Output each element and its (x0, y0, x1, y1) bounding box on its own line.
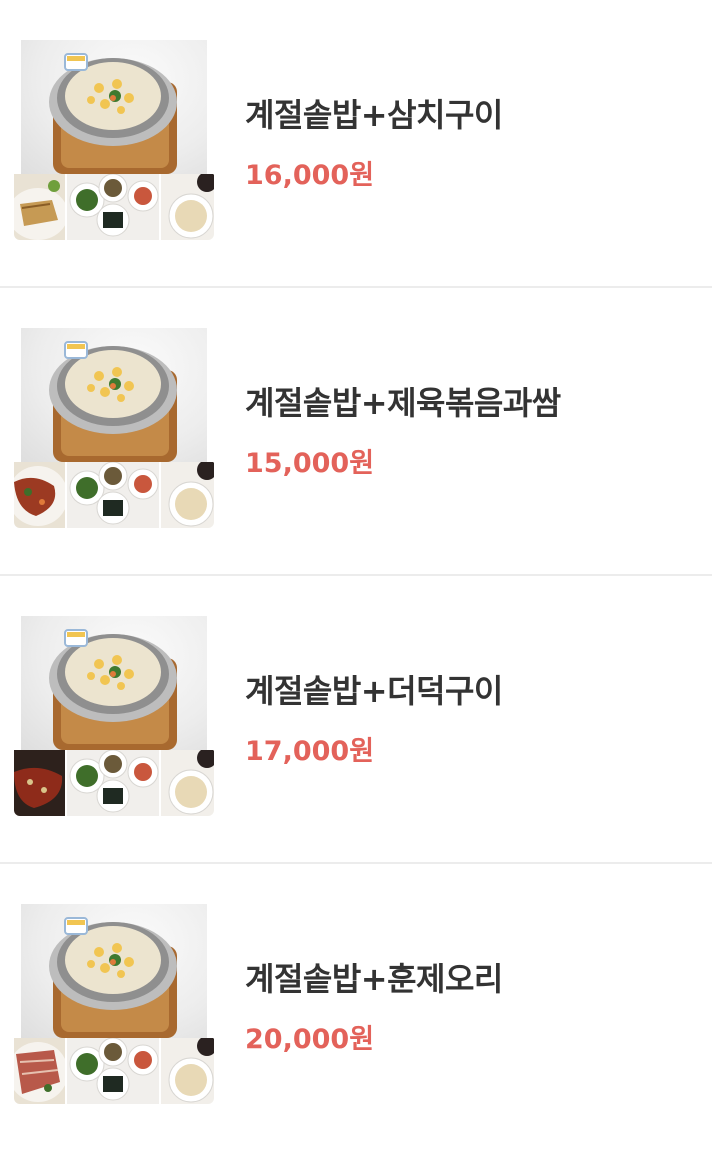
menu-item-name: 계절솥밥+훈제오리 (245, 960, 503, 998)
menu-item-price: 16,000원 (245, 160, 375, 191)
side-dish-photo (67, 750, 161, 816)
menu-item-photo (14, 40, 214, 240)
menu-item-photo (14, 904, 214, 1104)
menu-item-name: 계절솥밥+더덕구이 (245, 672, 503, 710)
side-dishes-strip (14, 1038, 214, 1104)
pot-rice-photo (21, 904, 207, 1038)
side-dish-photo (14, 1038, 67, 1104)
side-dish-photo (14, 462, 67, 528)
side-dish-photo (67, 462, 161, 528)
pot-rice-illustration (49, 629, 177, 750)
side-dishes-strip (14, 750, 214, 816)
menu-list: 계절솥밥+삼치구이 16,000원 계절솥밥+제육볶음과쌈 15,000원 계절… (0, 0, 712, 1152)
menu-item-name: 계절솥밥+제육볶음과쌈 (245, 384, 561, 422)
menu-item-price: 20,000원 (245, 1024, 375, 1055)
side-dish-photo (161, 1038, 214, 1104)
pot-rice-illustration (49, 53, 177, 174)
menu-item[interactable]: 계절솥밥+삼치구이 16,000원 (0, 0, 712, 288)
side-dishes-strip (14, 174, 214, 240)
pot-rice-illustration (49, 341, 177, 462)
pot-rice-photo (21, 328, 207, 462)
menu-item[interactable]: 계절솥밥+제육볶음과쌈 15,000원 (0, 288, 712, 576)
side-dish-photo (14, 750, 67, 816)
pot-rice-photo (21, 616, 207, 750)
side-dishes-strip (14, 462, 214, 528)
menu-item[interactable]: 계절솥밥+훈제오리 20,000원 (0, 864, 712, 1152)
side-dish-photo (161, 174, 214, 240)
menu-item-name: 계절솥밥+삼치구이 (245, 96, 503, 134)
menu-item-price: 15,000원 (245, 448, 375, 479)
menu-item-photo (14, 328, 214, 528)
menu-item-price: 17,000원 (245, 736, 375, 767)
side-dish-photo (67, 1038, 161, 1104)
pot-rice-photo (21, 40, 207, 174)
side-dish-photo (67, 174, 161, 240)
side-dish-photo (14, 174, 67, 240)
side-dish-photo (161, 750, 214, 816)
side-dish-photo (161, 462, 214, 528)
menu-item-photo (14, 616, 214, 816)
menu-item[interactable]: 계절솥밥+더덕구이 17,000원 (0, 576, 712, 864)
pot-rice-illustration (49, 917, 177, 1038)
